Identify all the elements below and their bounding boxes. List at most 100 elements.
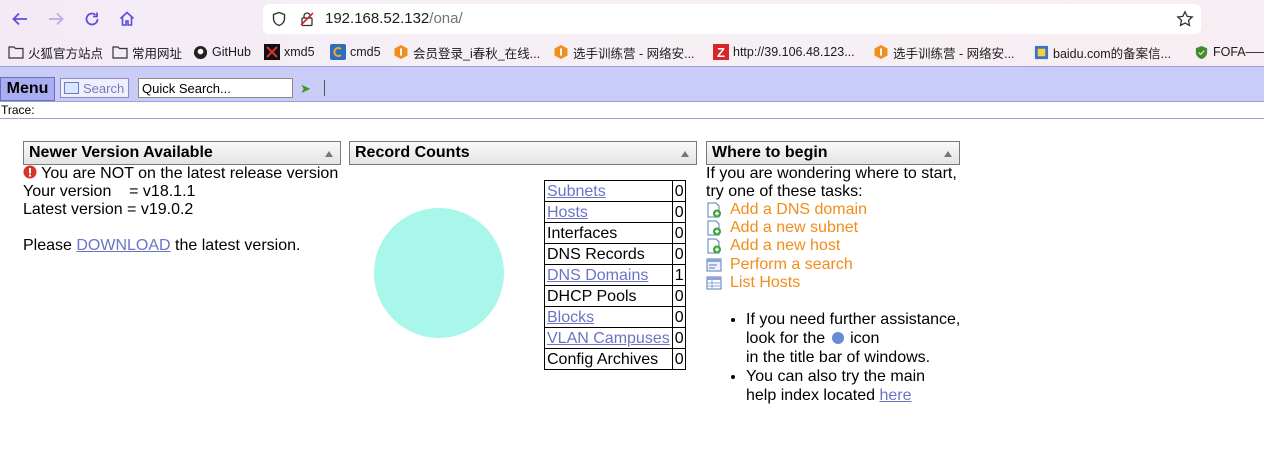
record-type-link[interactable]: DNS Domains — [547, 267, 648, 284]
record-type-link[interactable]: Hosts — [547, 204, 588, 221]
github-icon — [192, 44, 208, 60]
home-button[interactable] — [114, 6, 140, 32]
task-perform-search[interactable]: Perform a search — [706, 256, 853, 274]
menu-button[interactable]: Menu — [0, 77, 55, 101]
task-label: Add a new host — [730, 237, 841, 254]
version-panel-title[interactable]: Newer Version Available — [23, 141, 341, 165]
bookmark-item[interactable]: cmd5 — [330, 42, 381, 62]
bookmark-star-icon[interactable] — [1176, 10, 1194, 28]
url-host: 192.168.52.132 — [325, 10, 430, 27]
record-count-row: Config Archives 0 — [544, 348, 686, 370]
back-button[interactable] — [7, 6, 33, 32]
record-count-row: DHCP Pools 0 — [544, 285, 686, 307]
task-list-hosts[interactable]: List Hosts — [706, 274, 800, 292]
bookmark-item[interactable]: baidu.com的备案信... — [1033, 42, 1171, 62]
bookmark-item[interactable]: FOFA—— — [1193, 42, 1264, 62]
add-page-icon — [706, 220, 722, 236]
record-counts-title-text: Record Counts — [355, 144, 470, 161]
record-count-cell: 0 — [671, 285, 686, 307]
fofa-icon — [1193, 44, 1209, 60]
back-arrow-icon — [12, 12, 27, 26]
download-suffix: the latest version. — [170, 237, 301, 254]
record-count-cell: 0 — [671, 348, 686, 370]
record-counts-title[interactable]: Record Counts — [349, 141, 697, 165]
record-type-label: DNS Records — [547, 245, 645, 263]
help-text: You can also try the main — [746, 368, 926, 385]
latest-version: Latest version = v19.0.2 — [23, 201, 194, 218]
task-add-dns-domain[interactable]: Add a DNS domain — [706, 201, 867, 219]
xmd5-icon — [264, 44, 280, 60]
record-counts-table: Subnets 0 Hosts 0 Interfaces 0 DNS Records 0 DNS… — [544, 180, 686, 370]
ichunqiu-icon — [553, 44, 569, 60]
search-button[interactable]: Search — [60, 78, 129, 98]
task-add-subnet[interactable]: Add a new subnet — [706, 219, 858, 237]
bookmarks-toolbar: 火狐官方站点 常用网址 GitHub xmd5 cmd5 会员登录_i春秋_在线… — [0, 38, 1264, 66]
folder-icon — [8, 44, 24, 60]
collapse-icon[interactable] — [325, 151, 333, 157]
collapse-icon[interactable] — [681, 151, 689, 157]
help-list: If you need further assistance, look for… — [728, 310, 960, 405]
warning-icon — [23, 165, 37, 179]
record-type-cell: Subnets — [544, 180, 673, 202]
help-text: look for the — [746, 330, 826, 347]
bookmark-label: baidu.com的备案信... — [1053, 46, 1172, 61]
shield-icon — [272, 11, 286, 27]
bookmark-label: 常用网址 — [132, 46, 183, 61]
address-bar[interactable]: 192.168.52.132/ona/ — [263, 4, 1201, 34]
download-link[interactable]: DOWNLOAD — [76, 237, 170, 254]
search-window-icon — [64, 82, 79, 94]
record-count-row: Interfaces 0 — [544, 222, 686, 244]
bookmark-item[interactable]: Z http://39.106.48.123... — [713, 42, 855, 62]
bookmark-item[interactable]: GitHub — [192, 42, 251, 62]
record-count-row: Blocks 0 — [544, 306, 686, 328]
record-type-label: DHCP Pools — [547, 287, 637, 305]
site-icon — [1033, 44, 1049, 60]
help-text: help index located — [746, 387, 880, 404]
task-label: Add a new subnet — [730, 219, 859, 236]
help-index-link[interactable]: here — [879, 387, 911, 404]
url-path: /ona/ — [429, 10, 463, 27]
bookmark-item[interactable]: 选手训练营 - 网络安... — [873, 42, 1015, 62]
bookmark-item[interactable]: 火狐官方站点 — [8, 42, 103, 62]
record-pie-chart — [374, 208, 504, 338]
record-type-link[interactable]: Blocks — [547, 309, 594, 326]
record-type-link[interactable]: VLAN Campuses — [547, 330, 670, 347]
record-count-cell: 0 — [671, 180, 686, 202]
quick-search-input[interactable] — [138, 78, 293, 98]
bookmark-label: 选手训练营 - 网络安... — [573, 46, 695, 61]
record-count-cell: 0 — [671, 201, 686, 223]
task-add-host[interactable]: Add a new host — [706, 237, 840, 255]
record-count-row: DNS Records 0 — [544, 243, 686, 265]
go-arrow-icon[interactable]: ➤ — [300, 81, 311, 97]
download-line: Please DOWNLOAD the latest version. — [23, 237, 300, 255]
record-count-row: Subnets 0 — [544, 180, 686, 202]
z-icon: Z — [713, 44, 729, 60]
task-label: Perform a search — [730, 256, 853, 273]
bookmark-item[interactable]: xmd5 — [264, 42, 315, 62]
version-warning: You are NOT on the latest release versio… — [23, 165, 338, 183]
task-label: List Hosts — [730, 274, 801, 291]
bookmark-label: 火狐官方站点 — [28, 46, 104, 61]
table-icon — [706, 275, 722, 291]
bookmark-item[interactable]: 会员登录_i春秋_在线... — [393, 42, 540, 62]
bookmark-item[interactable]: 常用网址 — [112, 42, 182, 62]
record-type-cell: DNS Domains — [544, 264, 673, 286]
record-count-row: Hosts 0 — [544, 201, 686, 223]
bookmark-item[interactable]: 选手训练营 - 网络安... — [553, 42, 695, 62]
where-to-begin-title[interactable]: Where to begin — [706, 141, 960, 165]
toolbar-divider — [324, 80, 325, 96]
reload-icon — [85, 12, 99, 26]
record-count-cell: 0 — [671, 327, 686, 349]
collapse-icon[interactable] — [944, 151, 952, 157]
task-label: Add a DNS domain — [730, 201, 867, 218]
record-type-cell: DHCP Pools — [544, 285, 673, 307]
reload-button[interactable] — [79, 6, 105, 32]
record-type-cell: Blocks — [544, 306, 673, 328]
search-page-icon — [706, 257, 722, 273]
record-type-cell: Hosts — [544, 201, 673, 223]
forward-arrow-icon — [49, 12, 64, 26]
record-type-link[interactable]: Subnets — [547, 183, 606, 200]
forward-button[interactable] — [43, 6, 69, 32]
ona-menubar: Menu Search ➤ — [0, 66, 1264, 102]
record-type-cell: DNS Records — [544, 243, 673, 265]
